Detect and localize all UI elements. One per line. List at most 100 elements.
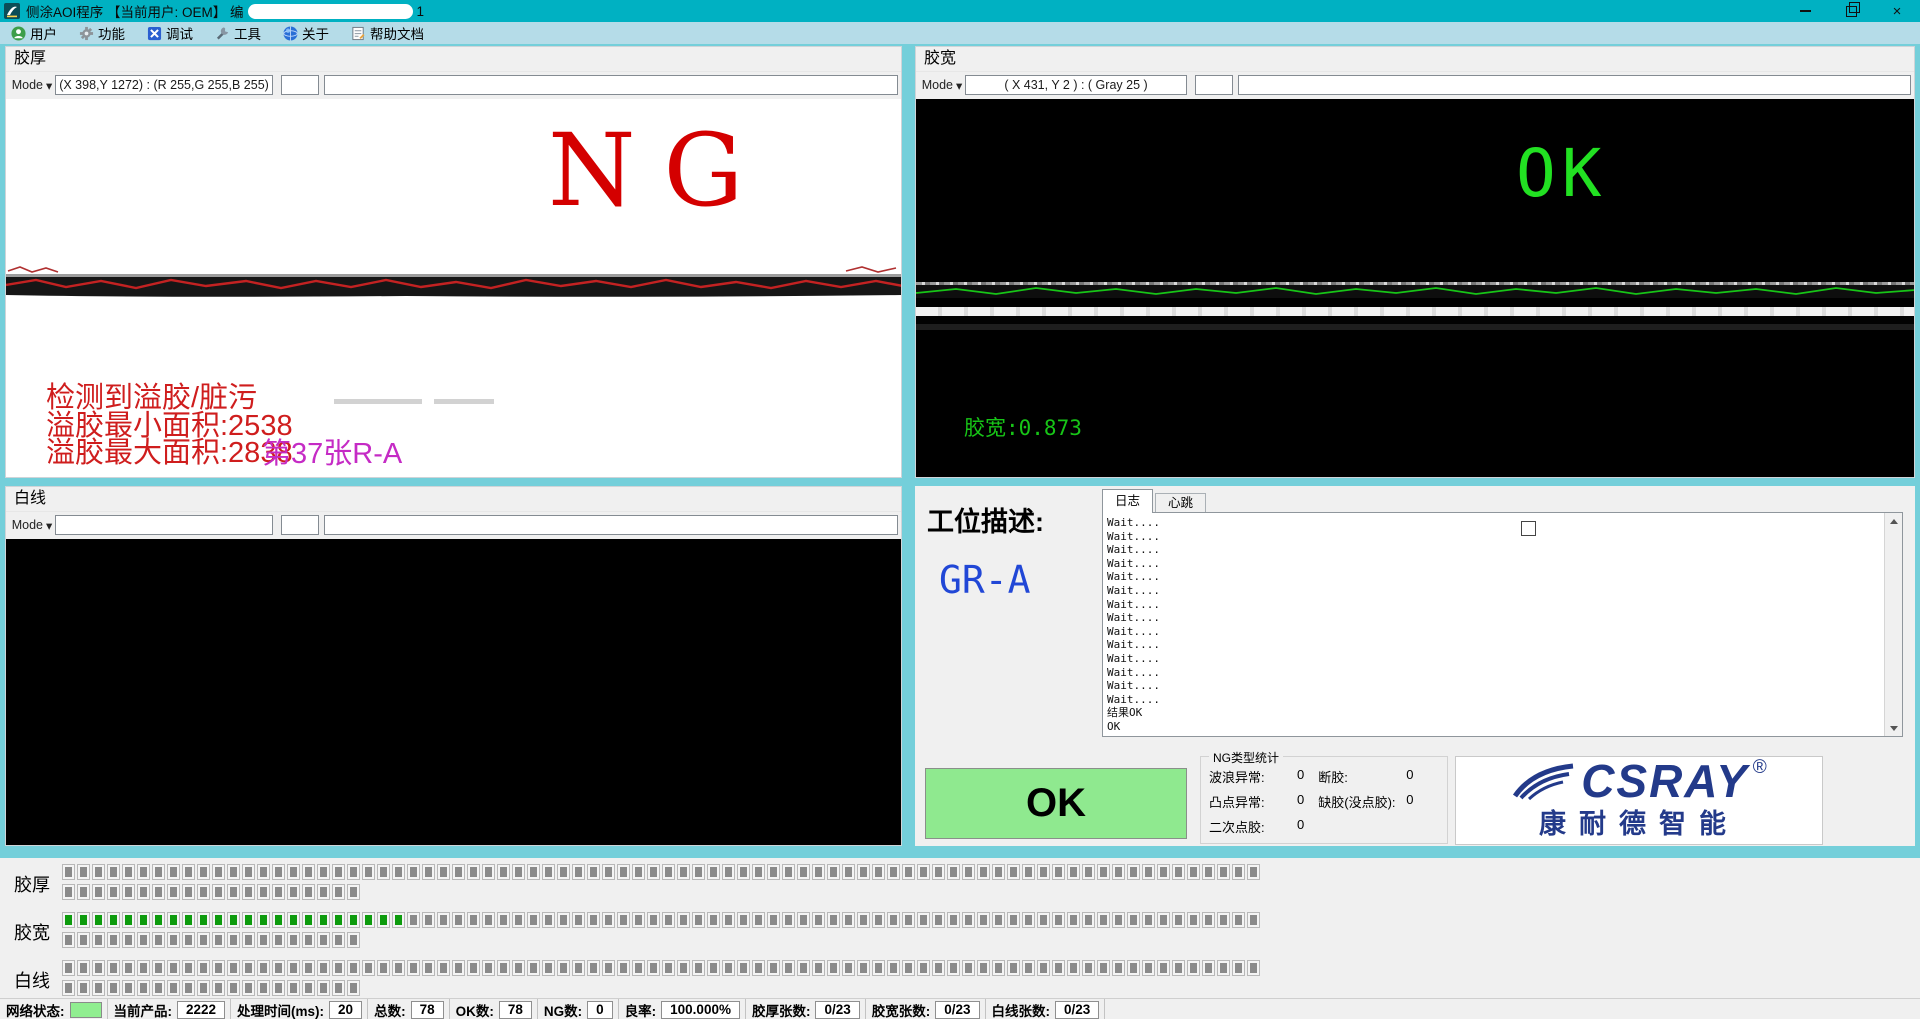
indicator-cell (257, 980, 270, 996)
indicator-cell (602, 864, 615, 880)
log-lines: Wait....Wait....Wait....Wait....Wait....… (1107, 516, 1160, 734)
indicator-cell (647, 864, 660, 880)
tab-log[interactable]: 日志 (1102, 489, 1153, 513)
scroll-up-button[interactable] (1885, 513, 1902, 529)
menu-item-label: 关于 (302, 23, 329, 43)
log-line: Wait.... (1107, 693, 1160, 707)
indicator-cell (1067, 960, 1080, 976)
indicator-cell (272, 884, 285, 900)
minimize-button[interactable] (1782, 0, 1828, 22)
indicator-cell (287, 960, 300, 976)
indicator-cell (992, 960, 1005, 976)
white-line-mode-dropdown[interactable]: Mode▾ (9, 514, 55, 536)
status-value: 100.000% (661, 1001, 740, 1019)
glue-width-pixel-readout: ( X 431, Y 2 ) : ( Gray 25 ) (965, 75, 1187, 95)
menu-item-about[interactable]: 关于 (272, 22, 340, 44)
status-label: 良率: (625, 1000, 657, 1019)
grid-label-glue-thickness: 胶厚 (14, 871, 50, 897)
menu-item-debug[interactable]: 调试 (136, 22, 204, 44)
indicator-cell (692, 960, 705, 976)
ng-stat-label: 断胶: (1318, 767, 1396, 786)
ng-stat-value: 0 (1406, 767, 1413, 786)
log-line: Wait.... (1107, 652, 1160, 666)
status-label: 胶厚张数: (752, 1000, 811, 1019)
indicator-cell (917, 912, 930, 928)
log-line: OK (1107, 720, 1160, 734)
redacted-area (248, 4, 413, 19)
indicator-cell (902, 960, 915, 976)
indicator-cell (947, 912, 960, 928)
indicator-cell (1037, 960, 1050, 976)
indicator-cell (257, 884, 270, 900)
indicator-cell (662, 912, 675, 928)
indicator-cell (767, 864, 780, 880)
indicator-cell (512, 912, 525, 928)
scroll-down-button[interactable] (1885, 720, 1902, 736)
indicator-cell (767, 960, 780, 976)
ng-result-text: NG (548, 121, 771, 221)
status-label: OK数: (456, 1000, 494, 1019)
indicator-cell (272, 864, 285, 880)
indicator-cell (977, 864, 990, 880)
indicator-cell (932, 960, 945, 976)
indicator-cell (617, 960, 630, 976)
glue-width-image-view[interactable]: OK 胶宽:0.873 (916, 99, 1914, 477)
indicator-cell (92, 960, 105, 976)
grid-glue-thickness-row2 (62, 884, 362, 900)
indicator-cell (797, 912, 810, 928)
menu-item-function[interactable]: 功能 (68, 22, 136, 44)
indicator-cell (167, 884, 180, 900)
log-line: Wait.... (1107, 666, 1160, 680)
indicator-cell (302, 960, 315, 976)
indicator-cell (542, 864, 555, 880)
indicator-cell (1112, 864, 1125, 880)
overall-result-button[interactable]: OK (925, 768, 1187, 839)
indicator-cell (212, 932, 225, 948)
indicator-cell (407, 960, 420, 976)
indicator-cell (887, 864, 900, 880)
indicator-cell (347, 884, 360, 900)
log-scrollbar[interactable] (1884, 513, 1902, 736)
menu-item-tools[interactable]: 工具 (204, 22, 272, 44)
status-label: 白线张数: (992, 1000, 1051, 1019)
menu-item-user[interactable]: 用户 (0, 22, 68, 44)
indicator-cell (782, 912, 795, 928)
indicator-cell (737, 912, 750, 928)
ng-stat-row: 波浪异常:0 (1209, 767, 1304, 786)
indicator-cell (1172, 912, 1185, 928)
tab-heartbeat[interactable]: 心跳 (1155, 493, 1206, 513)
indicator-cell (1022, 912, 1035, 928)
log-output-panel[interactable]: Wait....Wait....Wait....Wait....Wait....… (1102, 512, 1903, 737)
close-button[interactable]: × (1874, 0, 1920, 22)
indicator-cell (1067, 912, 1080, 928)
scroll-down-icon (1890, 726, 1898, 731)
indicator-cell (467, 912, 480, 928)
indicator-cell (992, 864, 1005, 880)
chevron-down-icon: ▾ (46, 78, 52, 93)
indicator-cell (617, 912, 630, 928)
indicator-cell (1067, 864, 1080, 880)
status-segment-network-status: 网络状态: (0, 999, 108, 1019)
log-checkbox[interactable] (1521, 521, 1536, 536)
indicator-cell (272, 912, 285, 928)
about-icon (283, 26, 298, 41)
indicator-cell (287, 912, 300, 928)
indicator-cell (1097, 912, 1110, 928)
indicator-cell (902, 864, 915, 880)
indicator-cell (332, 932, 345, 948)
status-value: 0 (587, 1001, 613, 1019)
glue-width-mode-dropdown[interactable]: Mode▾ (919, 74, 965, 96)
glue-thickness-image-view[interactable]: NG 检测到溢胶/脏污 溢胶最小面积:2538 溢胶最大面积:2838 第37张… (6, 99, 901, 477)
menu-item-helpdoc[interactable]: 帮助文档 (340, 22, 435, 44)
indicator-cell (737, 864, 750, 880)
indicator-cell (257, 864, 270, 880)
ng-stat-value: 0 (1297, 817, 1304, 836)
indicator-cell (1022, 864, 1035, 880)
glue-thickness-mode-dropdown[interactable]: Mode▾ (9, 74, 55, 96)
indicator-cell (602, 912, 615, 928)
indicator-cell (497, 864, 510, 880)
white-line-image-view[interactable] (6, 539, 901, 845)
restore-button[interactable] (1828, 0, 1874, 22)
indicator-cell (827, 960, 840, 976)
status-segment-ok-count: OK数:78 (450, 999, 538, 1019)
